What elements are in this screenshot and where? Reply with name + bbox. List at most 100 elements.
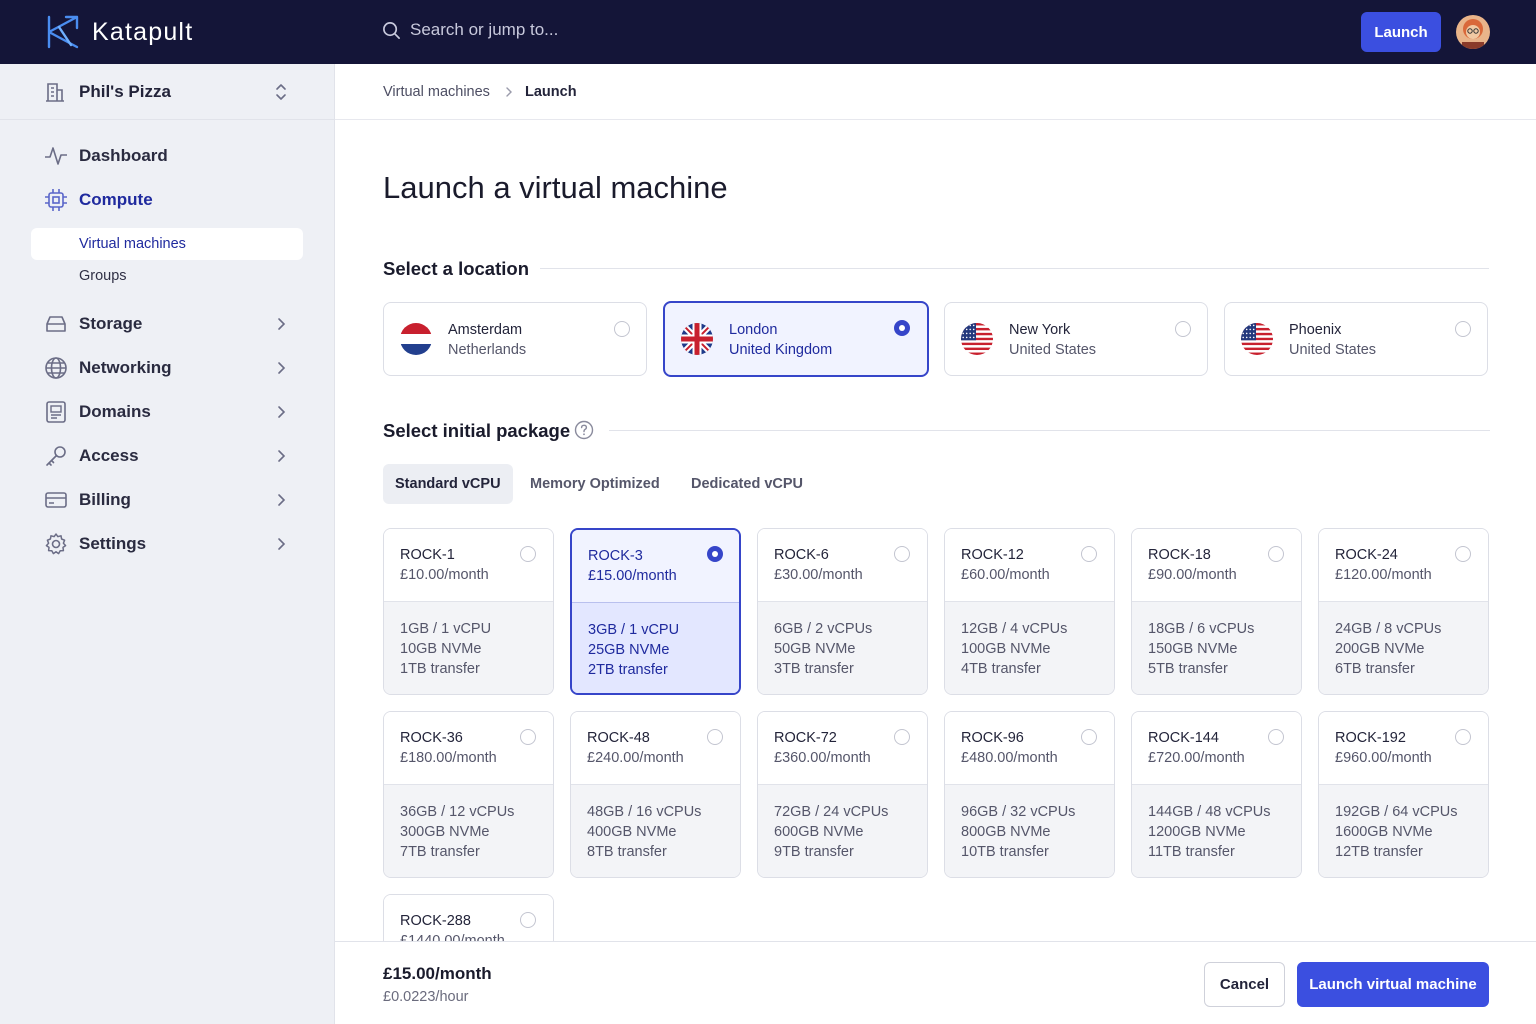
package-option-rock-144[interactable]: ROCK-144 £720.00/month 144GB / 48 vCPUs 120… xyxy=(1131,711,1302,878)
package-radio[interactable] xyxy=(707,546,723,562)
package-spec: 192GB / 64 vCPUs xyxy=(1335,804,1458,820)
location-radio[interactable] xyxy=(1455,321,1471,337)
package-spec: 11TB transfer xyxy=(1148,844,1235,860)
package-radio[interactable] xyxy=(1081,546,1097,562)
package-header xyxy=(945,529,1114,602)
sidebar-subitem-groups[interactable]: Groups xyxy=(31,260,303,292)
chevron-right-icon xyxy=(278,318,286,330)
package-radio[interactable] xyxy=(1455,729,1471,745)
package-option-rock-48[interactable]: ROCK-48 £240.00/month 48GB / 16 vCPUs 400GB… xyxy=(570,711,741,878)
package-option-rock-6[interactable]: ROCK-6 £30.00/month 6GB / 2 vCPUs 50GB NVMe… xyxy=(757,528,928,695)
package-option-rock-36[interactable]: ROCK-36 £180.00/month 36GB / 12 vCPUs 300GB… xyxy=(383,711,554,878)
package-name: ROCK-12 xyxy=(961,547,1024,563)
sidebar-subitem-virtual-machines[interactable]: Virtual machines xyxy=(31,228,303,260)
package-header xyxy=(571,712,740,785)
cancel-button[interactable]: Cancel xyxy=(1204,962,1285,1007)
package-radio[interactable] xyxy=(520,546,536,562)
brand[interactable]: Katapult xyxy=(46,15,193,49)
sidebar-item-dashboard[interactable]: Dashboard xyxy=(44,144,294,168)
package-price: £240.00/month xyxy=(587,750,684,766)
package-spec: 400GB NVMe xyxy=(587,824,677,840)
package-radio[interactable] xyxy=(520,729,536,745)
location-option-amsterdam[interactable]: Amsterdam Netherlands xyxy=(383,302,647,376)
location-city: New York xyxy=(1009,322,1071,338)
credit-card-icon xyxy=(45,492,67,508)
package-header xyxy=(384,529,553,602)
package-spec: 24GB / 8 vCPUs xyxy=(1335,621,1442,637)
package-radio[interactable] xyxy=(1268,729,1284,745)
package-radio[interactable] xyxy=(1268,546,1284,562)
divider xyxy=(609,430,1490,431)
package-radio[interactable] xyxy=(894,729,910,745)
package-spec: 6TB transfer xyxy=(1335,661,1415,677)
breadcrumb-virtual-machines[interactable]: Virtual machines xyxy=(383,84,490,100)
package-price: £15.00/month xyxy=(588,568,677,584)
sidebar-item-domains[interactable]: Domains xyxy=(44,400,294,424)
key-icon xyxy=(46,446,66,466)
package-spec: 1GB / 1 vCPU xyxy=(400,621,492,637)
sidebar-item-settings[interactable]: Settings xyxy=(44,532,294,556)
location-option-london[interactable]: London United Kingdom xyxy=(663,301,929,377)
launch-button[interactable]: Launch xyxy=(1361,12,1441,52)
package-radio[interactable] xyxy=(707,729,723,745)
sidebar-item-networking[interactable]: Networking xyxy=(44,356,294,380)
package-spec: 800GB NVMe xyxy=(961,824,1051,840)
avatar[interactable] xyxy=(1456,15,1490,49)
location-country: Netherlands xyxy=(448,342,527,358)
sidebar-item-access[interactable]: Access xyxy=(44,444,294,468)
package-spec: 12GB / 4 vCPUs xyxy=(961,621,1068,637)
location-radio[interactable] xyxy=(894,320,910,336)
package-spec: 50GB NVMe xyxy=(774,641,856,657)
org-switcher[interactable]: Phil's Pizza xyxy=(0,64,334,120)
sidebar-item-label: Networking xyxy=(79,358,172,377)
package-spec: 300GB NVMe xyxy=(400,824,490,840)
search-input[interactable]: Search or jump to... xyxy=(382,20,558,40)
package-option-rock-3[interactable]: ROCK-3 £15.00/month 3GB / 1 vCPU 25GB NVMe 2… xyxy=(570,528,741,695)
us-flag-icon xyxy=(1241,323,1273,355)
launch-virtual-machine-button[interactable]: Launch virtual machine xyxy=(1297,962,1489,1007)
package-spec: 1TB transfer xyxy=(400,661,480,677)
package-spec: 2TB transfer xyxy=(588,662,668,678)
package-option-rock-12[interactable]: ROCK-12 £60.00/month 12GB / 4 vCPUs 100GB N… xyxy=(944,528,1115,695)
package-spec: 7TB transfer xyxy=(400,844,480,860)
package-name: ROCK-48 xyxy=(587,730,650,746)
package-option-rock-24[interactable]: ROCK-24 £120.00/month 24GB / 8 vCPUs 200GB … xyxy=(1318,528,1489,695)
package-header xyxy=(1132,529,1301,602)
help-icon[interactable] xyxy=(574,420,594,440)
chevron-right-icon xyxy=(278,538,286,550)
package-spec: 12TB transfer xyxy=(1335,844,1423,860)
tab-dedicated-vcpu[interactable]: Dedicated vCPU xyxy=(679,464,815,504)
package-spec: 25GB NVMe xyxy=(588,642,670,658)
package-option-rock-96[interactable]: ROCK-96 £480.00/month 96GB / 32 vCPUs 800GB… xyxy=(944,711,1115,878)
package-option-rock-18[interactable]: ROCK-18 £90.00/month 18GB / 6 vCPUs 150GB N… xyxy=(1131,528,1302,695)
location-country: United States xyxy=(1289,342,1377,358)
location-option-new-york[interactable]: New York United States xyxy=(944,302,1208,376)
package-option-rock-1[interactable]: ROCK-1 £10.00/month 1GB / 1 vCPU 10GB NVMe 1… xyxy=(383,528,554,695)
sidebar-item-compute[interactable]: Compute xyxy=(44,188,294,212)
package-radio[interactable] xyxy=(1455,546,1471,562)
package-spec: 6GB / 2 vCPUs xyxy=(774,621,873,637)
activity-icon xyxy=(45,147,67,165)
package-radio[interactable] xyxy=(520,912,536,928)
location-option-phoenix[interactable]: Phoenix United States xyxy=(1224,302,1488,376)
package-radio[interactable] xyxy=(894,546,910,562)
page-title: Launch a virtual machine xyxy=(383,170,728,205)
top-bar: Katapult Search or jump to... Launch xyxy=(0,0,1536,64)
package-name: ROCK-6 xyxy=(774,547,829,563)
package-name: ROCK-96 xyxy=(961,730,1024,746)
package-radio[interactable] xyxy=(1081,729,1097,745)
package-spec: 100GB NVMe xyxy=(961,641,1051,657)
package-option-rock-192[interactable]: ROCK-192 £960.00/month 192GB / 64 vCPUs 160… xyxy=(1318,711,1489,878)
package-name: ROCK-1 xyxy=(400,547,455,563)
tab-standard-vcpu[interactable]: Standard vCPU xyxy=(383,464,513,504)
tab-memory-optimized[interactable]: Memory Optimized xyxy=(518,464,672,504)
package-spec: 200GB NVMe xyxy=(1335,641,1425,657)
sidebar-subitem-label: Groups xyxy=(79,268,127,284)
package-spec: 3TB transfer xyxy=(774,661,854,677)
sidebar-item-billing[interactable]: Billing xyxy=(44,488,294,512)
location-radio[interactable] xyxy=(614,321,630,337)
package-option-rock-72[interactable]: ROCK-72 £360.00/month 72GB / 24 vCPUs 600GB… xyxy=(757,711,928,878)
location-radio[interactable] xyxy=(1175,321,1191,337)
package-header xyxy=(384,712,553,785)
sidebar-item-storage[interactable]: Storage xyxy=(44,312,294,336)
